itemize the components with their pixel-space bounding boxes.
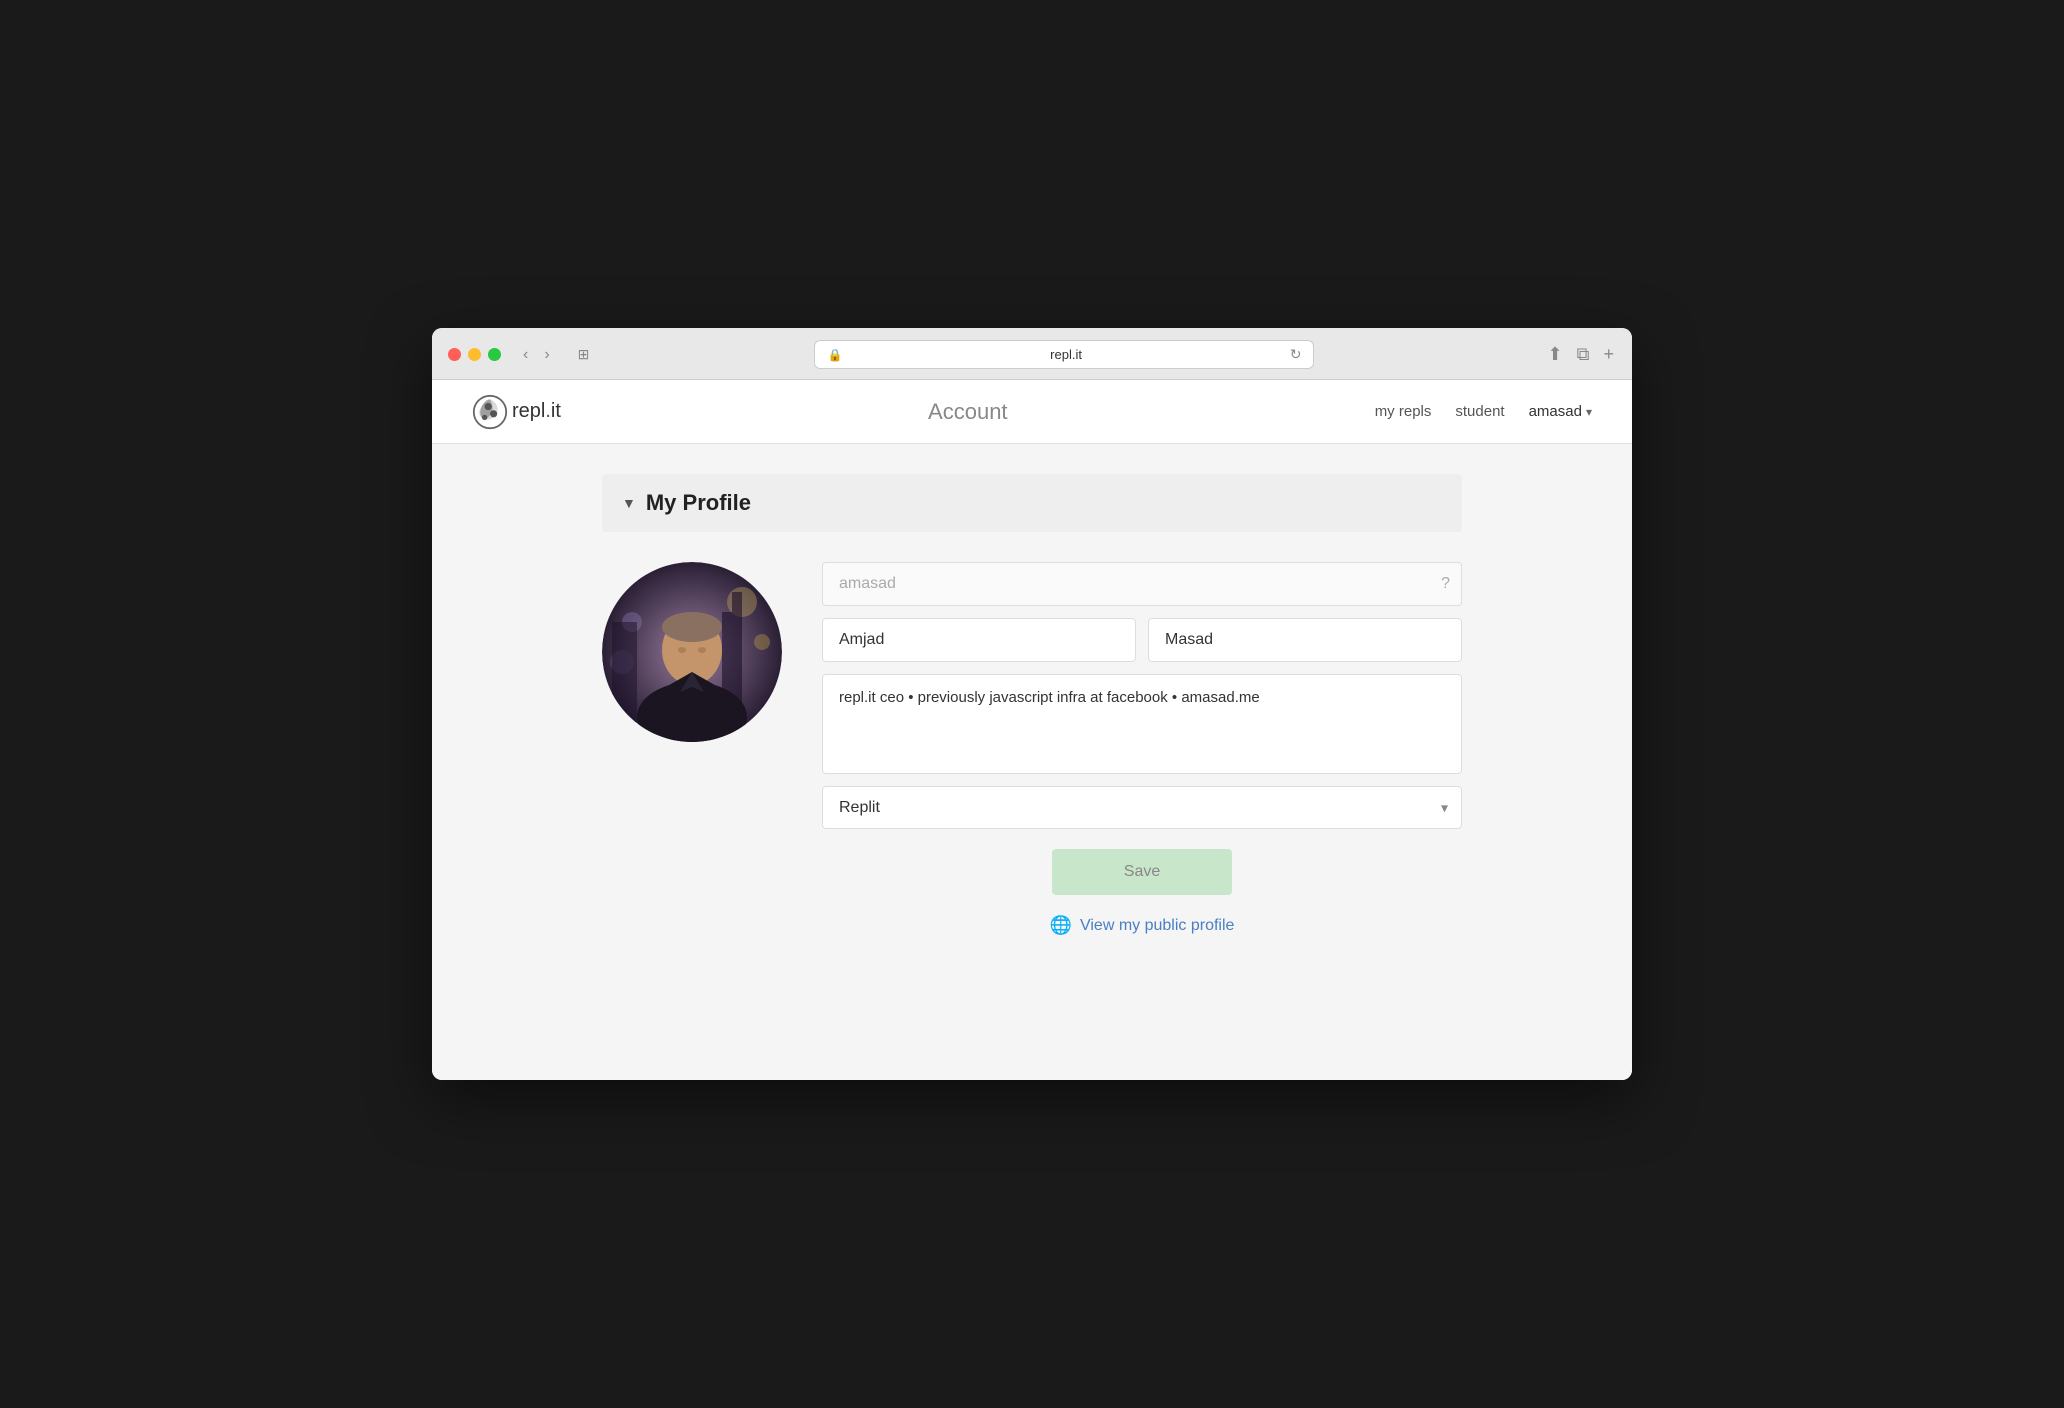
- user-menu[interactable]: amasad ▾: [1529, 403, 1592, 420]
- bio-input[interactable]: repl.it ceo • previously javascript infr…: [822, 674, 1462, 774]
- toolbar-right: ⬆ ⧉ +: [1546, 342, 1616, 367]
- username-input[interactable]: [822, 562, 1462, 606]
- page-title: Account: [561, 399, 1375, 425]
- help-icon[interactable]: ?: [1441, 575, 1450, 593]
- section-header: ▼ My Profile: [602, 474, 1462, 532]
- replit-logo-icon: [472, 394, 508, 430]
- avatar[interactable]: [602, 562, 782, 742]
- organization-wrapper: Replit Other ▾: [822, 786, 1462, 829]
- nav-buttons: ‹ ›: [517, 344, 556, 366]
- bottom-actions: Save 🌐 View my public profile: [822, 849, 1462, 936]
- browser-chrome: ‹ › ⊞ 🔒 repl.it ↻ ⬆ ⧉ +: [432, 328, 1632, 380]
- section-title: My Profile: [646, 490, 751, 516]
- save-button[interactable]: Save: [1052, 849, 1232, 895]
- public-profile-link[interactable]: 🌐 View my public profile: [1050, 915, 1235, 936]
- avatar-area: [602, 562, 782, 742]
- traffic-lights: [448, 348, 501, 361]
- new-tab-button[interactable]: +: [1601, 342, 1616, 367]
- profile-area: ? repl.it ceo • previously javascript in…: [602, 562, 1462, 936]
- duplicate-button[interactable]: ⧉: [1575, 342, 1592, 367]
- collapse-icon[interactable]: ▼: [622, 495, 636, 511]
- url-text: repl.it: [848, 347, 1283, 362]
- last-name-input[interactable]: [1148, 618, 1462, 662]
- form-fields: ? repl.it ceo • previously javascript in…: [822, 562, 1462, 936]
- app-header: repl.it Account my repls student amasad …: [432, 380, 1632, 444]
- my-repls-link[interactable]: my repls: [1375, 403, 1432, 420]
- first-name-input[interactable]: [822, 618, 1136, 662]
- username-wrapper: ?: [822, 562, 1462, 606]
- main-content: ▼ My Profile: [582, 474, 1482, 936]
- logo[interactable]: repl.it: [472, 394, 561, 430]
- minimize-button[interactable]: [468, 348, 481, 361]
- chevron-down-icon: ▾: [1586, 405, 1592, 419]
- page-content: repl.it Account my repls student amasad …: [432, 380, 1632, 1080]
- lock-icon: 🔒: [827, 348, 842, 362]
- address-bar[interactable]: 🔒 repl.it ↻: [814, 340, 1314, 369]
- globe-icon: 🌐: [1050, 915, 1072, 936]
- header-nav: my repls student amasad ▾: [1375, 403, 1592, 420]
- avatar-image: [602, 562, 782, 742]
- sidebar-button[interactable]: ⊞: [572, 342, 596, 367]
- browser-titlebar: ‹ › ⊞ 🔒 repl.it ↻ ⬆ ⧉ +: [448, 340, 1616, 369]
- back-button[interactable]: ‹: [517, 344, 534, 366]
- forward-button[interactable]: ›: [538, 344, 555, 366]
- browser-window: ‹ › ⊞ 🔒 repl.it ↻ ⬆ ⧉ +: [432, 328, 1632, 1080]
- name-row: [822, 618, 1462, 662]
- public-profile-label: View my public profile: [1080, 917, 1234, 935]
- username-label: amasad: [1529, 403, 1582, 420]
- student-link[interactable]: student: [1455, 403, 1504, 420]
- reload-button[interactable]: ↻: [1290, 346, 1302, 363]
- logo-text: repl.it: [512, 400, 561, 423]
- close-button[interactable]: [448, 348, 461, 361]
- organization-select[interactable]: Replit Other: [822, 786, 1462, 829]
- maximize-button[interactable]: [488, 348, 501, 361]
- share-button[interactable]: ⬆: [1546, 342, 1565, 367]
